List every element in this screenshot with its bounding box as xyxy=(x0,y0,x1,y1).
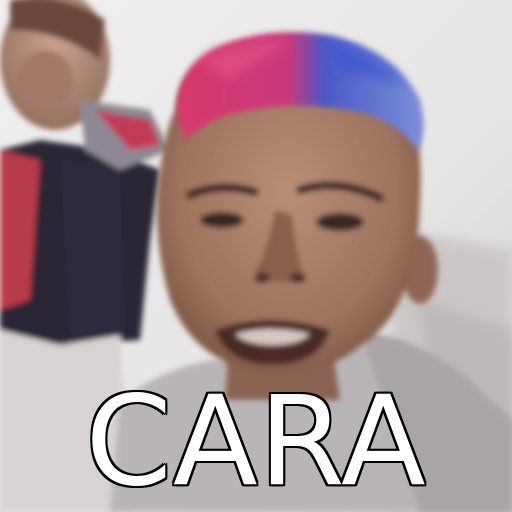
meme-caption: CARA xyxy=(85,370,427,512)
meme-frame: CARA xyxy=(0,0,512,512)
